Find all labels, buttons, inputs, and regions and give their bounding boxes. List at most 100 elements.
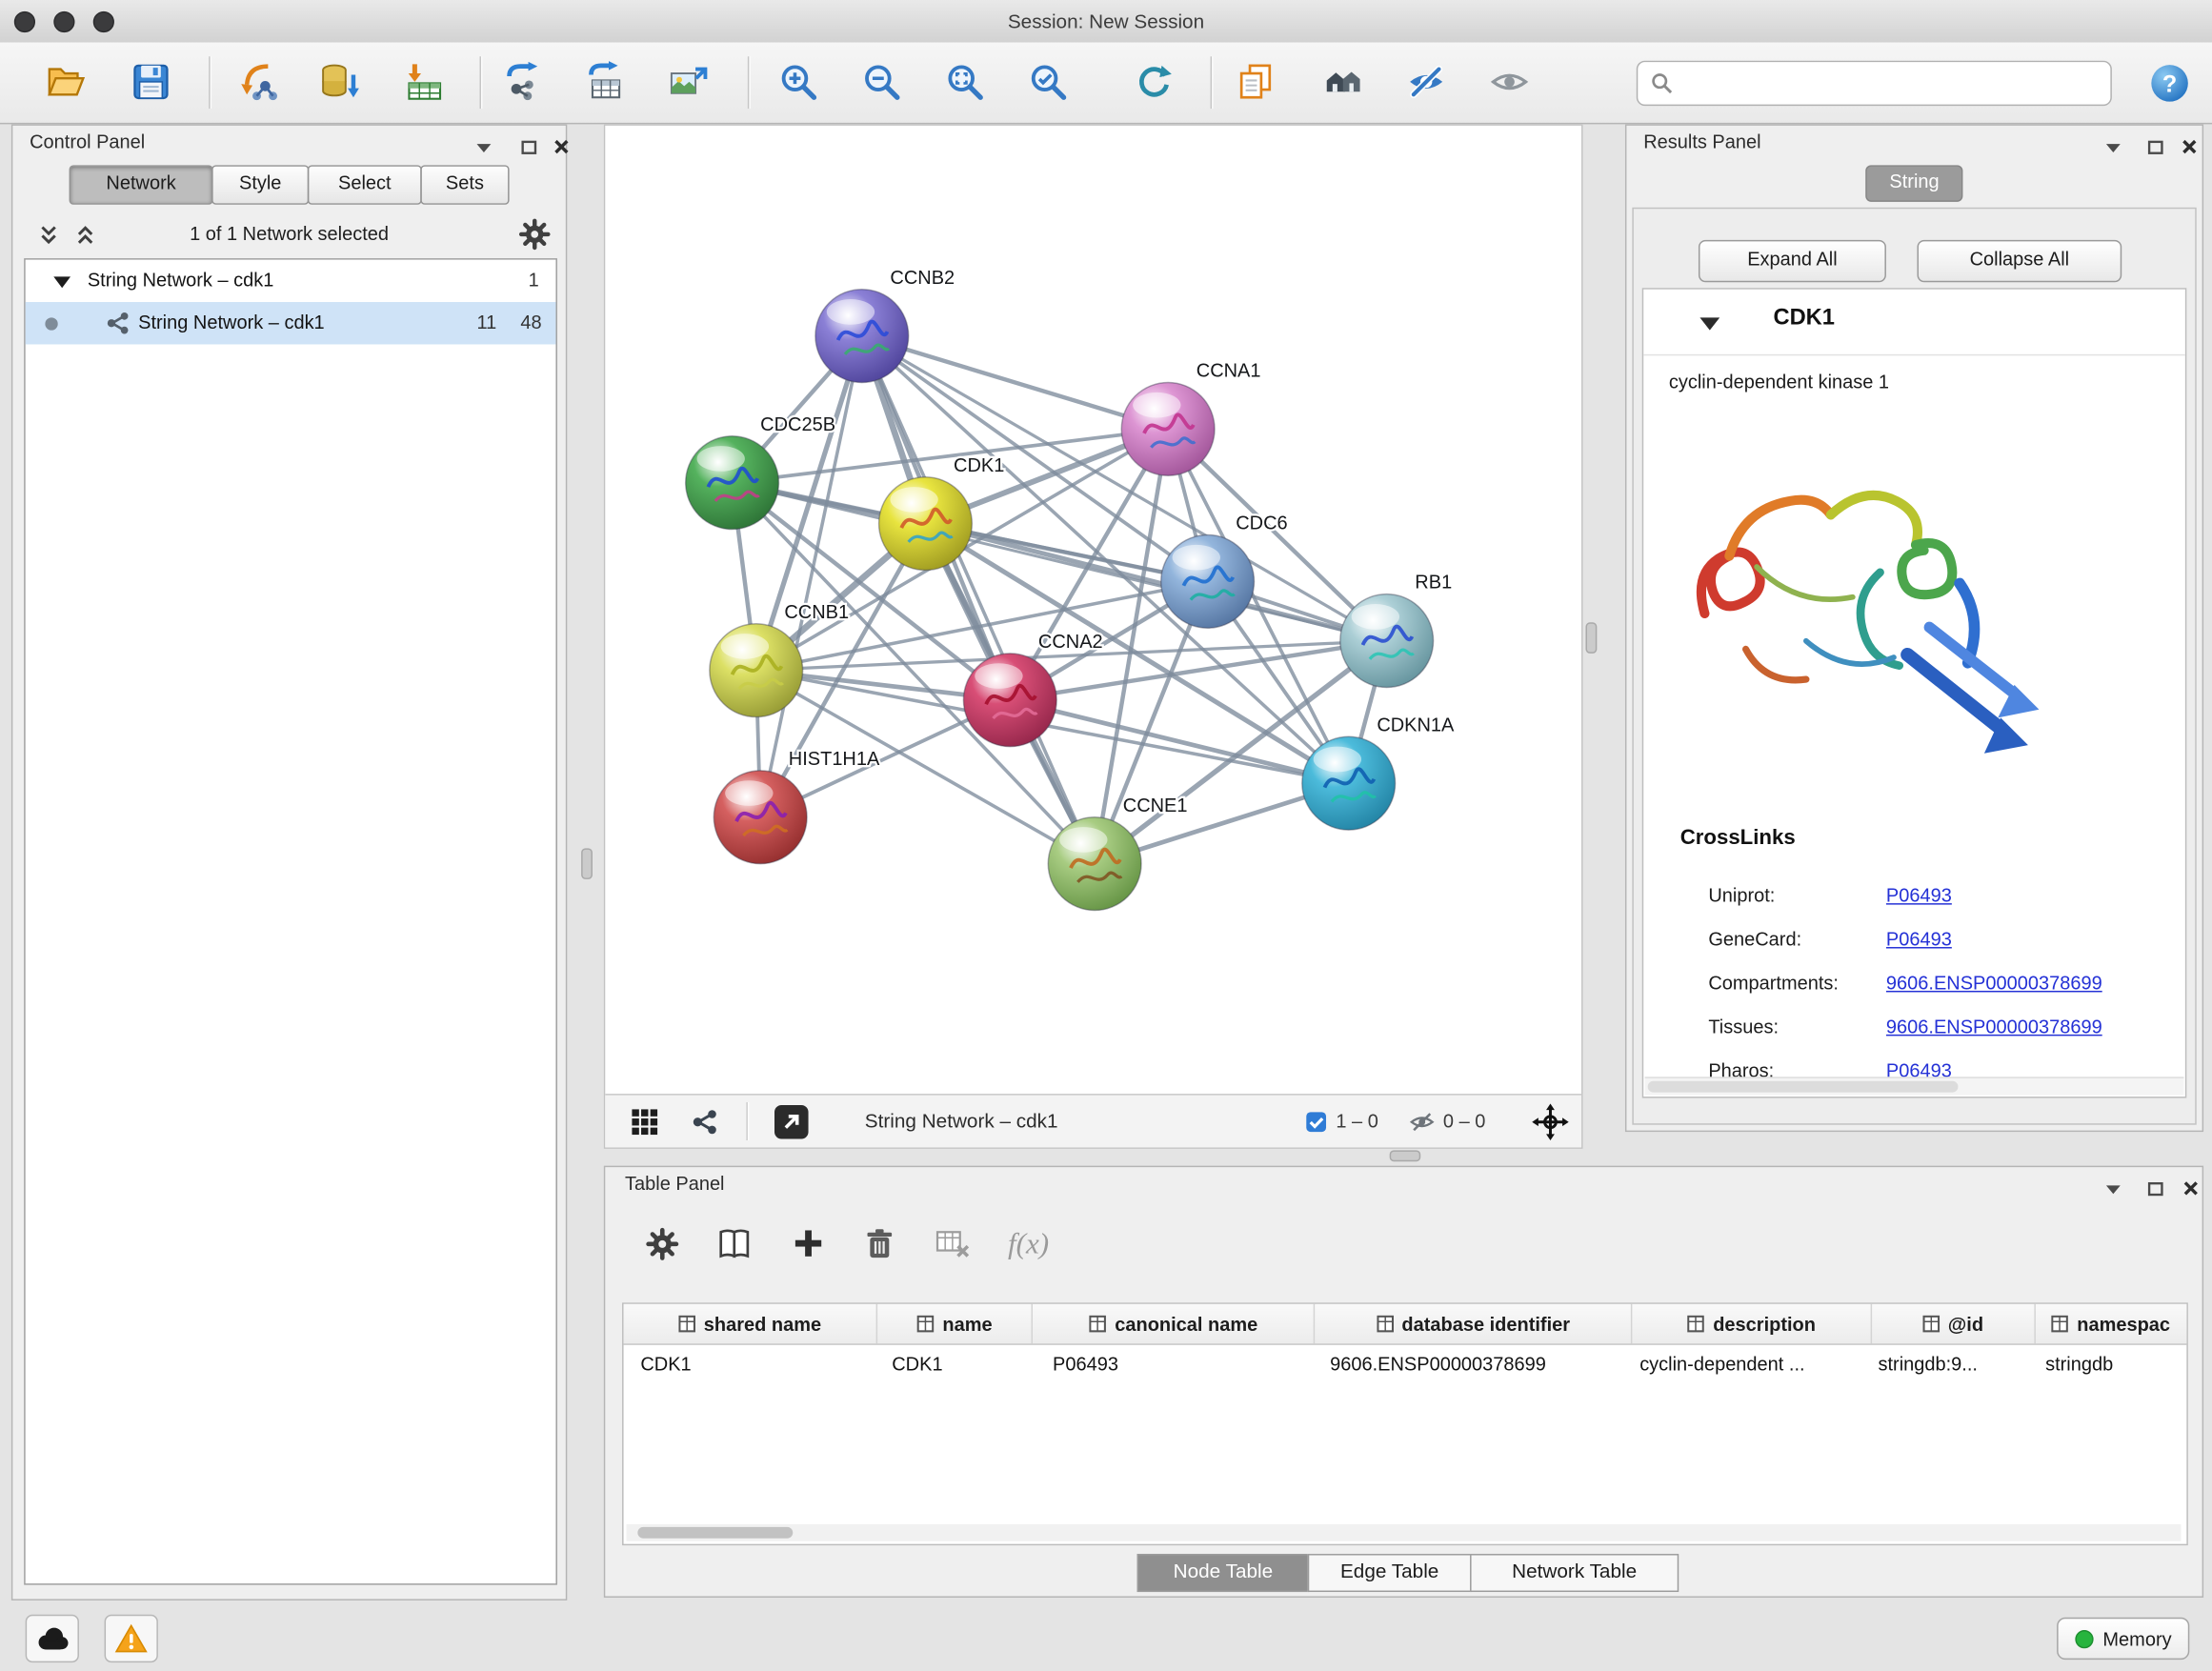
- network-node-CDKN1A[interactable]: [1302, 736, 1396, 830]
- table-row[interactable]: CDK1 CDK1 P06493 9606.ENSP00000378699 cy…: [624, 1345, 2187, 1383]
- table-settings-gear-icon[interactable]: [639, 1220, 684, 1265]
- tab-network[interactable]: Network: [70, 165, 213, 204]
- column-header[interactable]: name: [877, 1304, 1033, 1343]
- network-from-selection-button[interactable]: [496, 55, 550, 109]
- show-hidden-button[interactable]: [1482, 55, 1536, 109]
- collapse-triangle-icon[interactable]: [1699, 317, 1719, 330]
- crosslink-link[interactable]: P06493: [1886, 874, 1952, 917]
- memory-button[interactable]: Memory: [2057, 1618, 2189, 1660]
- network-node-CCNB1[interactable]: [710, 624, 803, 717]
- panel-menu-icon[interactable]: [2103, 1179, 2123, 1197]
- tab-string[interactable]: String: [1865, 165, 1963, 202]
- network-node-CCNA1[interactable]: [1121, 382, 1215, 475]
- cell-canonical-name[interactable]: P06493: [1036, 1345, 1313, 1383]
- float-window-icon[interactable]: [519, 138, 539, 155]
- expand-all-button[interactable]: Expand All: [1699, 240, 1886, 282]
- delete-column-trash-icon[interactable]: [856, 1220, 901, 1265]
- zoom-selected-button[interactable]: [1021, 55, 1075, 109]
- hidden-eye-slash-icon[interactable]: [1409, 1109, 1435, 1135]
- hide-selected-button[interactable]: [1399, 55, 1453, 109]
- panel-resize-handle[interactable]: [1585, 622, 1597, 654]
- collapse-triangle-icon[interactable]: [53, 276, 70, 288]
- tab-node-table[interactable]: Node Table: [1137, 1554, 1310, 1592]
- close-panel-icon[interactable]: [2180, 138, 2200, 155]
- scrollbar-thumb[interactable]: [1648, 1081, 1959, 1093]
- network-options-gear-icon[interactable]: [517, 217, 552, 258]
- panel-menu-icon[interactable]: [474, 138, 494, 155]
- crosslink-link[interactable]: 9606.ENSP00000378699: [1886, 961, 2102, 1005]
- float-window-icon[interactable]: [2145, 138, 2165, 155]
- column-header[interactable]: description: [1633, 1304, 1873, 1343]
- bundled-apps-button[interactable]: [1317, 55, 1370, 109]
- cell-shared-name[interactable]: CDK1: [624, 1345, 875, 1383]
- network-share-icon[interactable]: [684, 1102, 723, 1141]
- tab-style[interactable]: Style: [211, 165, 309, 204]
- tab-network-table[interactable]: Network Table: [1470, 1554, 1679, 1592]
- cell-name[interactable]: CDK1: [875, 1345, 1036, 1383]
- network-node-CDK1[interactable]: [879, 477, 973, 571]
- panel-resize-handle[interactable]: [1390, 1150, 1421, 1161]
- panel-resize-handle[interactable]: [581, 848, 593, 879]
- column-header[interactable]: canonical name: [1034, 1304, 1316, 1343]
- delete-table-icon[interactable]: [930, 1220, 975, 1265]
- network-node-RB1[interactable]: [1340, 594, 1434, 688]
- zoom-out-button[interactable]: [855, 55, 908, 109]
- table-from-selection-button[interactable]: [578, 55, 632, 109]
- tree-row-network[interactable]: String Network – cdk1 11 48: [26, 302, 556, 344]
- horizontal-scrollbar[interactable]: [627, 1524, 2182, 1541]
- network-node-CCNE1[interactable]: [1048, 817, 1141, 911]
- horizontal-scrollbar[interactable]: [1645, 1077, 2184, 1095]
- panel-menu-icon[interactable]: [2103, 138, 2123, 155]
- import-network-file-button[interactable]: [230, 55, 283, 109]
- help-button[interactable]: ?: [2142, 56, 2195, 109]
- export-image-button[interactable]: [662, 55, 715, 109]
- search-input[interactable]: [1680, 67, 2103, 102]
- selected-checkbox-icon[interactable]: [1305, 1110, 1328, 1133]
- network-node-HIST1H1A[interactable]: [714, 771, 807, 864]
- column-header[interactable]: namespac: [2035, 1304, 2186, 1343]
- close-panel-icon[interactable]: [552, 138, 572, 155]
- save-session-button[interactable]: [124, 55, 177, 109]
- crosslink-link[interactable]: 9606.ENSP00000378699: [1886, 1005, 2102, 1049]
- fit-content-crosshair-icon[interactable]: [1531, 1102, 1570, 1141]
- import-table-file-button[interactable]: [398, 55, 452, 109]
- network-edge[interactable]: [862, 336, 1168, 430]
- add-column-plus-icon[interactable]: [786, 1220, 831, 1265]
- warnings-button[interactable]: [105, 1615, 158, 1662]
- crosslink-link[interactable]: P06493: [1886, 917, 1952, 961]
- function-builder-button[interactable]: f(x): [997, 1220, 1059, 1265]
- network-edge[interactable]: [862, 336, 1095, 864]
- network-node-CCNA2[interactable]: [963, 654, 1056, 747]
- column-header[interactable]: database identifier: [1316, 1304, 1633, 1343]
- zoom-fit-button[interactable]: [938, 55, 992, 109]
- cell-namespace[interactable]: stringdb: [2028, 1345, 2186, 1383]
- import-network-database-button[interactable]: [313, 55, 367, 109]
- collapse-all-button[interactable]: Collapse All: [1918, 240, 2122, 282]
- network-node-CCNB2[interactable]: [815, 290, 909, 383]
- cloud-status-button[interactable]: [26, 1615, 79, 1662]
- tab-edge-table[interactable]: Edge Table: [1308, 1554, 1472, 1592]
- column-header[interactable]: @id: [1872, 1304, 2035, 1343]
- tree-row-collection[interactable]: String Network – cdk1 1: [26, 260, 556, 302]
- open-view-in-window-button[interactable]: [772, 1102, 811, 1141]
- zoom-in-button[interactable]: [772, 55, 825, 109]
- network-node-CDC25B[interactable]: [686, 436, 779, 530]
- refresh-view-button[interactable]: [1127, 55, 1180, 109]
- scrollbar-thumb[interactable]: [637, 1527, 793, 1539]
- close-panel-icon[interactable]: [2181, 1179, 2201, 1197]
- tab-select[interactable]: Select: [308, 165, 422, 204]
- cell-database-identifier[interactable]: 9606.ENSP00000378699: [1313, 1345, 1622, 1383]
- gene-header-row[interactable]: CDK1: [1643, 290, 2185, 356]
- cell-id[interactable]: stringdb:9...: [1861, 1345, 2029, 1383]
- cell-description[interactable]: cyclin-dependent ...: [1622, 1345, 1860, 1383]
- open-session-button[interactable]: [39, 55, 92, 109]
- tab-sets[interactable]: Sets: [420, 165, 509, 204]
- copy-document-button[interactable]: [1229, 55, 1282, 109]
- birdseye-grid-icon[interactable]: [625, 1102, 664, 1141]
- float-window-icon[interactable]: [2145, 1179, 2165, 1197]
- network-canvas[interactable]: CCNB2CCNA1CDC25BCDK1CDC6RB1CCNB1CCNA2CDK…: [605, 126, 1579, 1093]
- column-header[interactable]: shared name: [624, 1304, 878, 1343]
- network-edge[interactable]: [760, 336, 862, 817]
- show-columns-icon[interactable]: [713, 1220, 757, 1265]
- network-node-CDC6[interactable]: [1161, 534, 1255, 628]
